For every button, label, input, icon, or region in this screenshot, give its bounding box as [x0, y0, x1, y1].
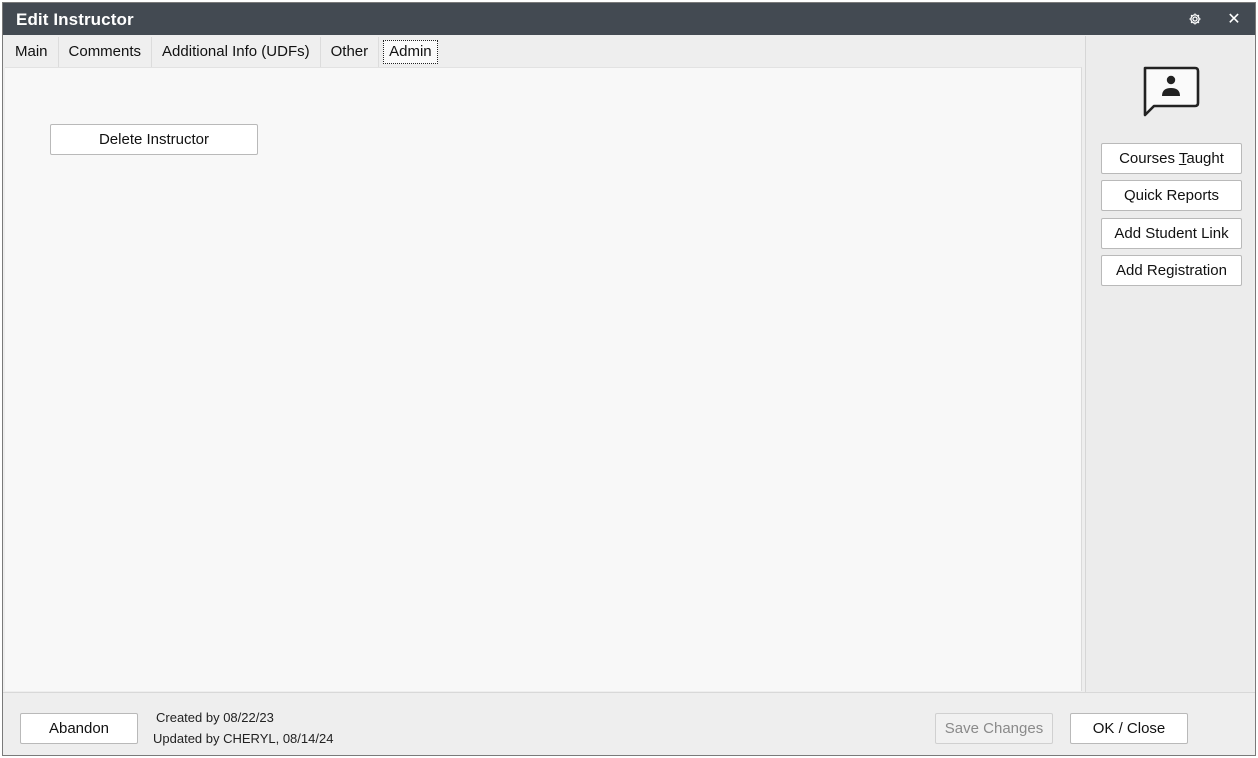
admin-tab-content: Delete Instructor — [5, 67, 1082, 691]
gear-icon[interactable] — [1185, 9, 1205, 29]
delete-instructor-button[interactable]: Delete Instructor — [50, 124, 258, 155]
tab-additional-info[interactable]: Additional Info (UDFs) — [152, 37, 321, 67]
title-bar: Edit Instructor ✕ — [3, 3, 1255, 35]
quick-reports-button[interactable]: Quick Reports — [1101, 180, 1242, 211]
save-changes-button[interactable]: Save Changes — [935, 713, 1053, 744]
courses-taught-label: Courses Taught — [1119, 150, 1224, 167]
add-registration-button[interactable]: Add Registration — [1101, 255, 1242, 286]
accelerator-key: T — [1178, 150, 1187, 167]
courses-taught-button[interactable]: Courses Taught — [1101, 143, 1242, 174]
close-icon[interactable]: ✕ — [1224, 9, 1244, 29]
tab-other[interactable]: Other — [320, 37, 380, 67]
window-title: Edit Instructor — [16, 10, 134, 29]
tab-bar: Main Comments Additional Info (UDFs) Oth… — [5, 37, 440, 67]
tab-comments[interactable]: Comments — [58, 37, 153, 67]
tab-admin[interactable]: Admin — [383, 40, 438, 64]
ok-close-button[interactable]: OK / Close — [1070, 713, 1188, 744]
created-by-text: Created by 08/22/23 — [156, 710, 274, 725]
person-speech-bubble-icon — [1140, 64, 1202, 120]
edit-instructor-window: Edit Instructor ✕ Main Comments Addition… — [2, 2, 1256, 756]
footer-bar: Abandon Created by 08/22/23 Updated by C… — [3, 692, 1255, 755]
abandon-button[interactable]: Abandon — [20, 713, 138, 744]
tab-main[interactable]: Main — [5, 37, 59, 67]
updated-by-text: Updated by CHERYL, 08/14/24 — [153, 731, 334, 746]
side-panel: Courses Taught Quick Reports Add Student… — [1085, 36, 1253, 692]
add-student-link-button[interactable]: Add Student Link — [1101, 218, 1242, 249]
